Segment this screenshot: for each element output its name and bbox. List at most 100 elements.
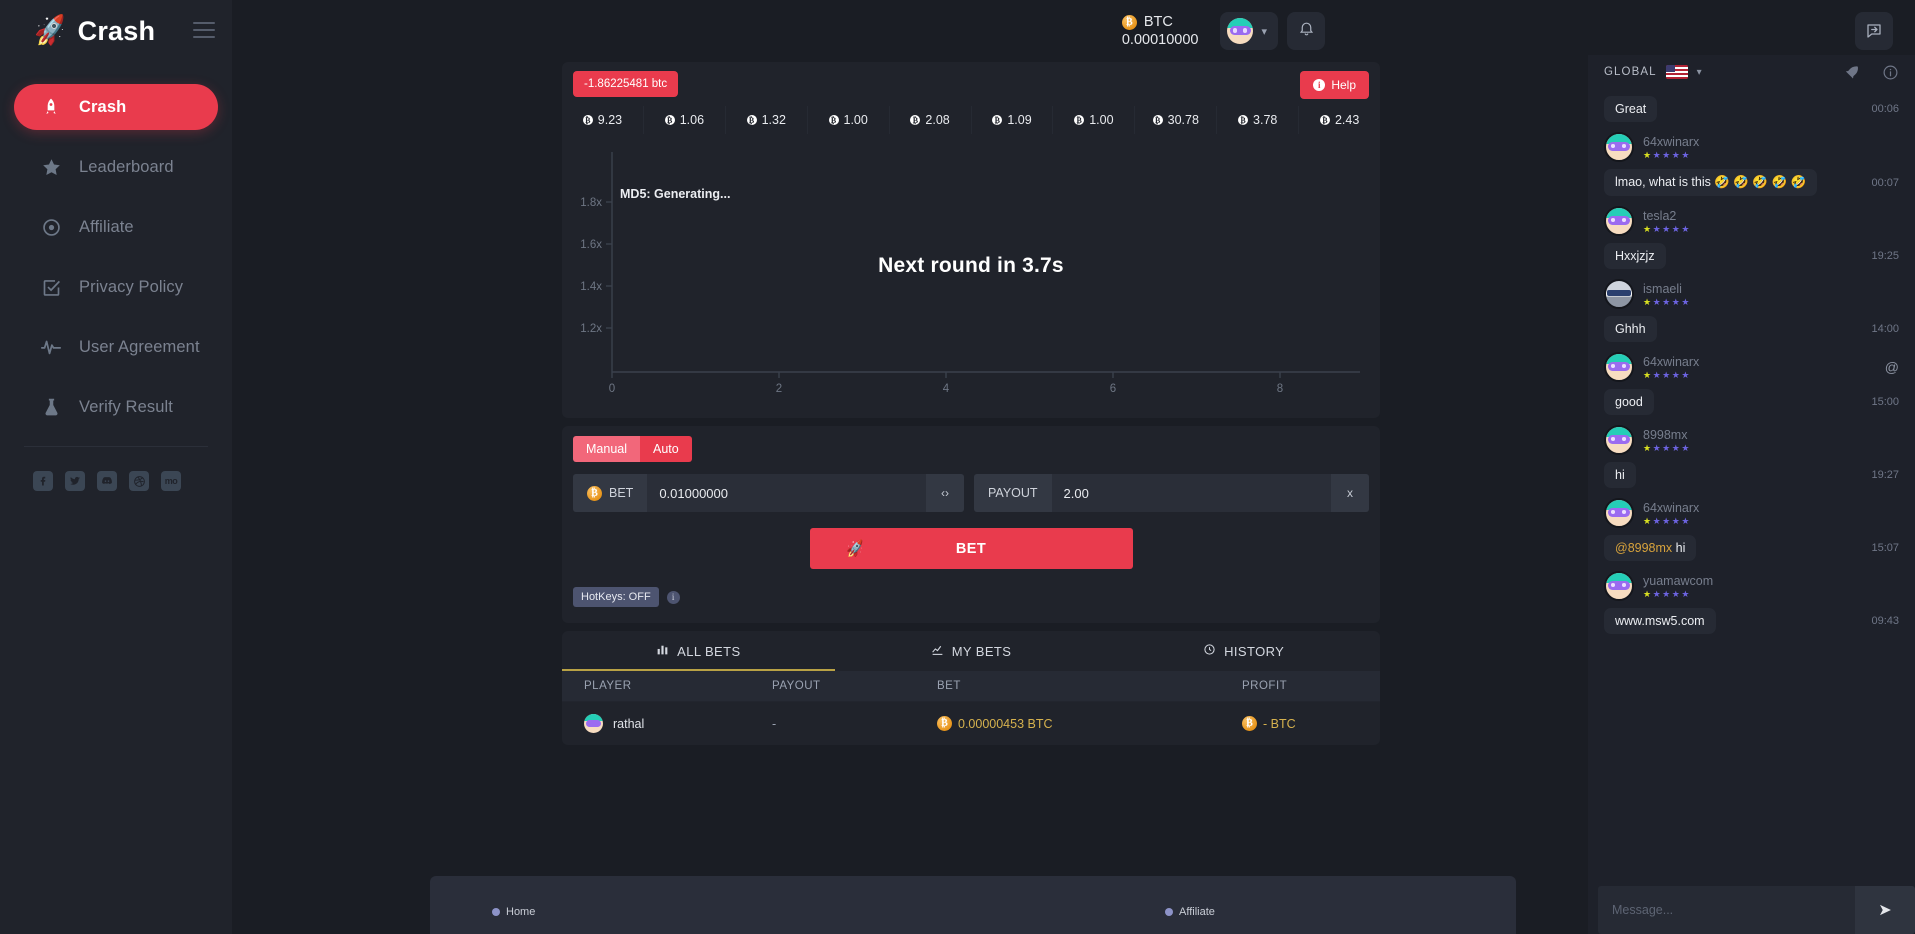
- chat-bubble: hi: [1604, 462, 1636, 488]
- btc-coin-icon: ₿: [1238, 115, 1248, 125]
- cell-bet: ₿ 0.00000453 BTC: [937, 716, 1242, 731]
- cell-profit: ₿ - BTC: [1242, 716, 1380, 731]
- game-panel: -1.86225481 btc i Help ₿9.23 ₿1.06 ₿1.32…: [562, 62, 1380, 418]
- chat-message-input[interactable]: [1598, 886, 1855, 934]
- history-item[interactable]: ₿1.00: [807, 106, 889, 134]
- history-item[interactable]: ₿9.23: [562, 106, 643, 134]
- tab-label: MY BETS: [952, 644, 1012, 659]
- menu-toggle-button[interactable]: [193, 22, 215, 38]
- chat-user[interactable]: 8998mx ★★★★★: [1604, 425, 1899, 455]
- sidebar-item-user-agreement[interactable]: User Agreement: [14, 324, 218, 370]
- chat-user[interactable]: 64xwinarx ★★★★★: [1604, 498, 1899, 528]
- sidebar-item-label: Verify Result: [79, 398, 173, 417]
- sidebar-item-verify-result[interactable]: Verify Result: [14, 384, 218, 430]
- footer-item-home[interactable]: Home: [492, 906, 535, 918]
- history-item[interactable]: ₿1.06: [643, 106, 725, 134]
- us-flag-icon[interactable]: [1666, 65, 1688, 79]
- rocket-icon: 🚀: [844, 538, 865, 558]
- tab-all-bets[interactable]: ALL BETS: [562, 631, 835, 671]
- balance-display[interactable]: ₿ BTC 0.00010000: [1122, 14, 1199, 48]
- info-icon[interactable]: [1882, 64, 1899, 81]
- chat-messages[interactable]: Great 00:06 64xwinarx ★★★★★ lmao, what i…: [1588, 89, 1915, 886]
- history-item[interactable]: ₿1.09: [971, 106, 1053, 134]
- bet-amount-input[interactable]: [647, 474, 926, 512]
- chat-user[interactable]: ismaeli ★★★★★: [1604, 279, 1899, 309]
- chat-timestamp: 19:25: [1863, 250, 1899, 262]
- tab-auto[interactable]: Auto: [640, 436, 692, 462]
- history-item[interactable]: ₿ 2.43: [1298, 106, 1380, 134]
- chat-panel: GLOBAL ▾ Great 00:06: [1588, 55, 1915, 934]
- history-item[interactable]: ₿1.00: [1052, 106, 1134, 134]
- chat-timestamp: 09:43: [1863, 615, 1899, 627]
- chat-message-row: Great 00:06: [1604, 96, 1899, 122]
- player-name: rathal: [613, 717, 644, 731]
- avatar: [1604, 425, 1634, 455]
- sidebar-item-leaderboard[interactable]: Leaderboard: [14, 144, 218, 190]
- chat-message: Great 00:06: [1604, 96, 1899, 122]
- chevron-down-icon[interactable]: ▾: [1697, 67, 1702, 78]
- btc-coin-icon: ₿: [829, 115, 839, 125]
- bet-field-label: ₿ BET: [573, 474, 647, 512]
- chat-message: ismaeli ★★★★★ Ghhh 14:00: [1604, 279, 1899, 342]
- send-icon[interactable]: ➤: [1855, 886, 1915, 934]
- chat-message-row: lmao, what is this 🤣 🤣 🤣 🤣 🤣 00:07: [1604, 169, 1899, 196]
- help-label: Help: [1331, 78, 1356, 92]
- chat-message-row: Ghhh 14:00: [1604, 316, 1899, 342]
- user-rating-stars: ★★★★★: [1643, 371, 1699, 380]
- chat-panel-toggle-icon[interactable]: [1855, 12, 1893, 50]
- swap-arrows-icon[interactable]: ‹›: [926, 474, 964, 512]
- chat-bubble: lmao, what is this 🤣 🤣 🤣 🤣 🤣: [1604, 169, 1817, 196]
- btc-coin-icon: ₿: [937, 716, 952, 731]
- place-bet-button[interactable]: 🚀 BET: [810, 528, 1133, 569]
- discord-icon[interactable]: [97, 471, 117, 491]
- facebook-icon[interactable]: [33, 471, 53, 491]
- info-icon[interactable]: i: [667, 591, 680, 604]
- mention-indicator: @: [1885, 359, 1899, 375]
- dribbble-icon[interactable]: [129, 471, 149, 491]
- hamburger-bar: [193, 29, 215, 31]
- footer-item-affiliate[interactable]: Affiliate: [1165, 906, 1215, 918]
- balance-currency-row: ₿ BTC: [1122, 14, 1173, 30]
- chat-user[interactable]: yuamawcom ★★★★★: [1604, 571, 1899, 601]
- md-icon[interactable]: mo: [161, 471, 181, 491]
- notifications-button[interactable]: [1287, 12, 1325, 50]
- payout-field: PAYOUT x: [974, 474, 1369, 512]
- close-icon[interactable]: x: [1331, 474, 1369, 512]
- column-header-profit: PROFIT: [1242, 680, 1380, 692]
- history-item[interactable]: ₿1.32: [725, 106, 807, 134]
- table-row[interactable]: rathal - ₿ 0.00000453 BTC ₿ - BTC: [562, 701, 1380, 745]
- chat-user[interactable]: 64xwinarx ★★★★★ @: [1604, 352, 1899, 382]
- clock-icon: [1203, 643, 1216, 659]
- help-button[interactable]: i Help: [1300, 71, 1369, 99]
- history-item[interactable]: ₿30.78: [1134, 106, 1216, 134]
- avatar: [584, 714, 603, 733]
- history-item[interactable]: ₿2.08: [889, 106, 971, 134]
- sidebar-item-affiliate[interactable]: Affiliate: [14, 204, 218, 250]
- bet-controls: Manual Auto ₿ BET ‹› PAYOUT: [562, 426, 1380, 623]
- chat-mention[interactable]: @8998mx: [1615, 541, 1672, 555]
- hotkeys-toggle[interactable]: HotKeys: OFF: [573, 587, 659, 607]
- y-tick-label: 1.6x: [580, 239, 602, 251]
- tab-manual[interactable]: Manual: [573, 436, 640, 462]
- btc-coin-icon: ₿: [1320, 115, 1330, 125]
- table-header: PLAYER PAYOUT BET PROFIT: [562, 671, 1380, 701]
- balance-amount: 0.00010000: [1122, 32, 1199, 48]
- top-bar: ₿ BTC 0.00010000 ▾: [232, 0, 1915, 62]
- chat-user[interactable]: tesla2 ★★★★★: [1604, 206, 1899, 236]
- history-value: 2.43: [1335, 113, 1359, 127]
- history-item[interactable]: ₿3.78: [1216, 106, 1298, 134]
- sidebar-item-privacy-policy[interactable]: Privacy Policy: [14, 264, 218, 310]
- hamburger-bar: [193, 36, 215, 38]
- chat-input-row: ➤: [1588, 886, 1915, 934]
- chat-bubble: good: [1604, 389, 1654, 415]
- avatar: [1604, 571, 1634, 601]
- account-menu-button[interactable]: ▾: [1220, 12, 1278, 50]
- chat-user[interactable]: 64xwinarx ★★★★★: [1604, 132, 1899, 162]
- payout-input[interactable]: [1052, 474, 1331, 512]
- sidebar-item-crash[interactable]: Crash: [14, 84, 218, 130]
- twitter-icon[interactable]: [65, 471, 85, 491]
- tab-history[interactable]: HISTORY: [1107, 631, 1380, 671]
- tab-my-bets[interactable]: MY BETS: [835, 631, 1108, 671]
- btc-coin-icon: ₿: [1153, 115, 1163, 125]
- rocket-icon[interactable]: [1843, 64, 1860, 81]
